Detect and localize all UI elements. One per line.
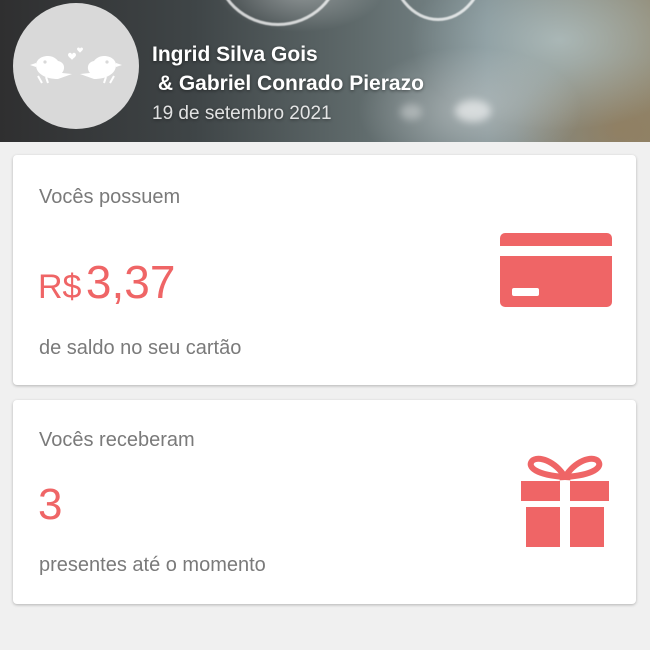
couple-names: Ingrid Silva Gois & Gabriel Conrado Pier… [152, 40, 424, 98]
header-photo-decoration [215, 0, 341, 26]
gift-icon [521, 455, 609, 547]
header-photo-decoration [455, 100, 491, 122]
balance-subtitle: de saldo no seu cartão [39, 337, 242, 359]
header-photo-decoration [400, 104, 422, 120]
gifts-card[interactable]: Vocês receberam 3 presentes até o moment… [13, 400, 636, 604]
page: Ingrid Silva Gois & Gabriel Conrado Pier… [0, 0, 650, 650]
currency-symbol: R$ [38, 268, 82, 306]
balance-amount: R$ 3,37 [38, 255, 175, 309]
gifts-label: Vocês receberam [39, 429, 195, 451]
wedding-date: 19 de setembro 2021 [152, 103, 332, 124]
couple-name-line-2: & Gabriel Conrado Pierazo [152, 72, 424, 95]
header-photo-decoration [390, 0, 486, 21]
balance-card[interactable]: Vocês possuem R$ 3,37 de saldo no seu ca… [13, 155, 636, 385]
gifts-count: 3 [38, 480, 63, 529]
couple-avatar[interactable] [13, 3, 139, 129]
lovebirds-icon [30, 47, 122, 84]
couple-name-line-1: Ingrid Silva Gois [152, 43, 318, 66]
gifts-subtitle: presentes até o momento [39, 554, 266, 576]
couple-header: Ingrid Silva Gois & Gabriel Conrado Pier… [0, 0, 650, 142]
credit-card-icon [500, 233, 612, 307]
balance-label: Vocês possuem [39, 186, 181, 208]
balance-value: 3,37 [85, 256, 176, 308]
